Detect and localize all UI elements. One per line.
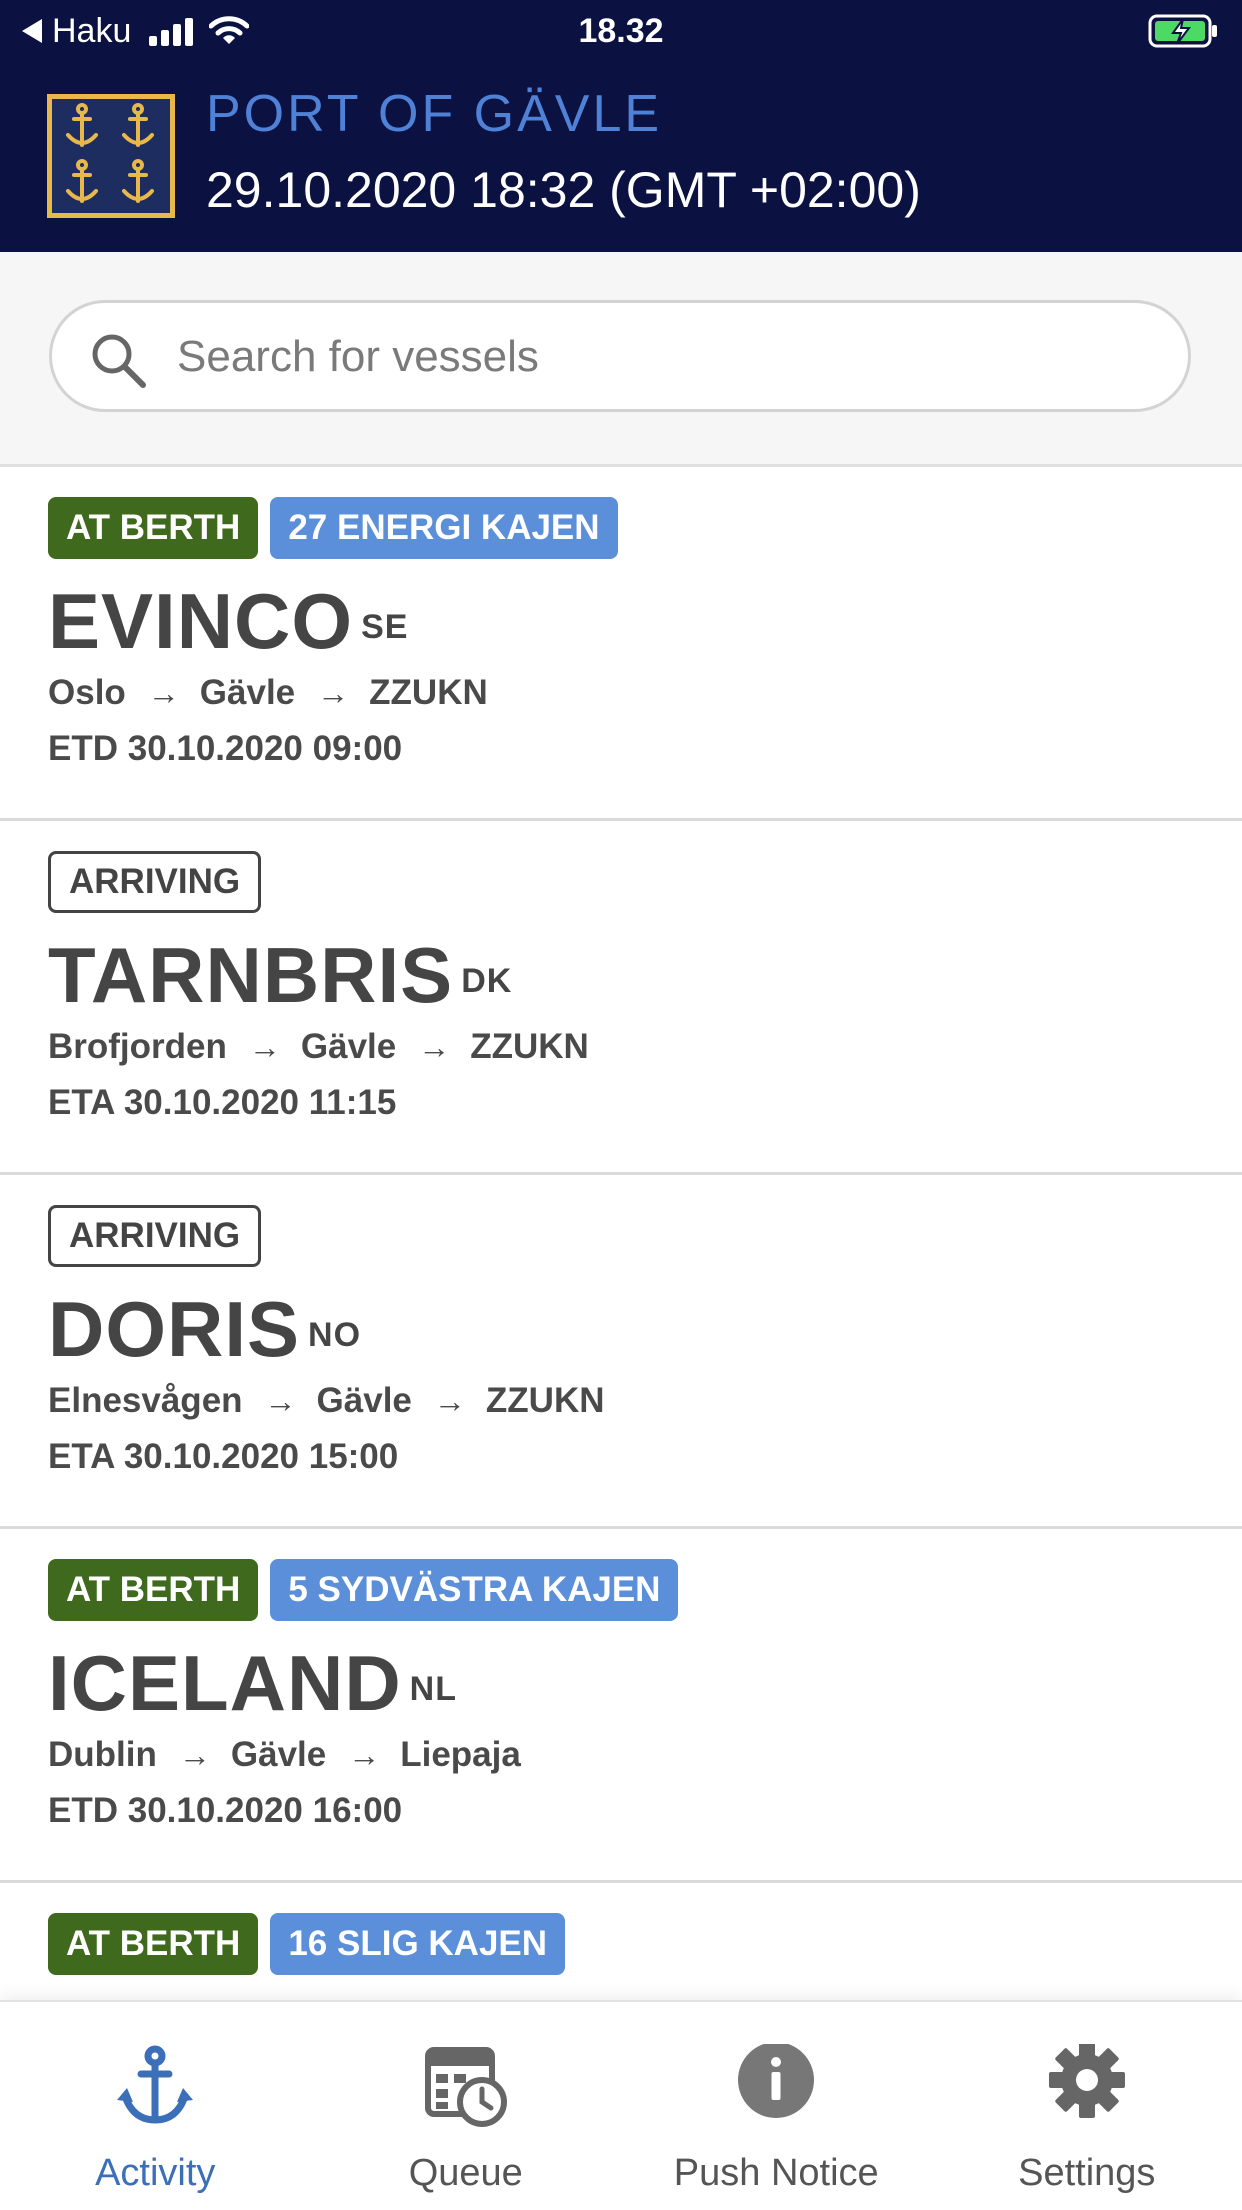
route-from: Brofjorden [48,1027,227,1067]
gear-icon [1045,2044,1129,2128]
berth-badge: 27 ENERGI KAJEN [270,497,617,559]
vessel-name: ICELAND [48,1639,402,1727]
vessel-tags: ARRIVING [48,1205,261,1267]
route-via: Gävle [200,673,295,713]
arrow-right-icon: → [348,1737,378,1774]
arrow-right-icon: → [249,1029,279,1066]
vessel-flag: NL [410,1670,457,1708]
vessel-time: ETA 30.10.2020 11:15 [48,1083,396,1123]
route-via: Gävle [301,1027,396,1067]
vessel-time: ETD 30.10.2020 16:00 [48,1791,402,1831]
status-badge: AT BERTH [48,1913,258,1975]
search-icon [88,330,150,392]
arrow-right-icon: → [148,675,178,712]
vessel-time: ETA 30.10.2020 15:00 [48,1437,398,1477]
calendar-clock-icon [424,2044,508,2128]
berth-badge: 5 SYDVÄSTRA KAJEN [270,1559,678,1621]
route-via: Gävle [231,1735,326,1775]
vessel-route: Oslo → Gävle → ZZUKN [48,673,488,713]
berth-badge: 16 SLIG KAJEN [270,1913,565,1975]
vessel-name: EVINCO [48,577,353,665]
vessel-tags: AT BERTH 27 ENERGI KAJEN [48,497,618,559]
route-to: ZZUKN [486,1381,605,1421]
vessel-tags: AT BERTH 5 SYDVÄSTRA KAJEN [48,1559,678,1621]
port-title: PORT OF GÄVLE [206,84,662,144]
route-to: Liepaja [400,1735,521,1775]
battery-charging-icon [1148,14,1220,48]
anchor-icon [113,2044,197,2128]
nav-activity[interactable]: Activity [0,2002,311,2210]
status-badge: AT BERTH [48,497,258,559]
nav-queue-label: Queue [311,2152,622,2195]
arrow-right-icon: → [265,1383,295,1420]
vessel-card[interactable]: ARRIVING DORISNO Elnesvågen → Gävle → ZZ… [0,1175,1242,1529]
vessel-card[interactable]: AT BERTH 16 SLIG KAJEN [0,1883,1242,2000]
vessel-flag: NO [308,1316,361,1354]
nav-settings[interactable]: Settings [932,2002,1242,2210]
vessel-tags: AT BERTH 16 SLIG KAJEN [48,1913,565,1975]
status-bar: Haku 18.32 [0,0,1242,62]
vessel-tags: ARRIVING [48,851,261,913]
vessel-name-row: ICELANDNL [48,1635,457,1731]
vessel-flag: DK [461,962,512,1000]
vessel-name-row: EVINCOSE [48,573,408,669]
vessel-card[interactable]: AT BERTH 27 ENERGI KAJEN EVINCOSE Oslo →… [0,467,1242,821]
arrow-right-icon: → [317,675,347,712]
route-from: Elnesvågen [48,1381,243,1421]
route-from: Dublin [48,1735,157,1775]
nav-push-notice[interactable]: Push Notice [621,2002,932,2210]
port-datetime: 29.10.2020 18:32 (GMT +02:00) [206,160,921,220]
info-icon [734,2044,818,2128]
arrow-right-icon: → [179,1737,209,1774]
nav-push-notice-label: Push Notice [621,2152,932,2195]
vessel-flag: SE [361,608,408,646]
port-logo [47,94,175,218]
vessel-name-row: DORISNO [48,1281,361,1377]
vessel-card[interactable]: ARRIVING TARNBRISDK Brofjorden → Gävle →… [0,821,1242,1175]
status-badge: AT BERTH [48,1559,258,1621]
vessel-route: Elnesvågen → Gävle → ZZUKN [48,1381,605,1421]
route-from: Oslo [48,673,126,713]
route-to: ZZUKN [470,1027,589,1067]
vessel-name: TARNBRIS [48,931,453,1019]
arrow-right-icon: → [418,1029,448,1066]
vessel-list[interactable]: AT BERTH 27 ENERGI KAJEN EVINCOSE Oslo →… [0,467,1242,2000]
bottom-nav: Activity Queue Push Notice [0,2000,1242,2210]
nav-activity-label: Activity [0,2152,311,2195]
vessel-route: Dublin → Gävle → Liepaja [48,1735,521,1775]
status-time: 18.32 [0,10,1242,52]
anchors-logo-icon [52,99,170,213]
status-badge: ARRIVING [48,1205,261,1267]
search-input[interactable] [175,321,1139,393]
vessel-time: ETD 30.10.2020 09:00 [48,729,402,769]
search-area [0,252,1242,467]
route-via: Gävle [317,1381,412,1421]
vessel-route: Brofjorden → Gävle → ZZUKN [48,1027,589,1067]
app-header: Haku 18.32 [0,0,1242,252]
search-box[interactable] [49,300,1191,412]
status-badge: ARRIVING [48,851,261,913]
vessel-name-row: TARNBRISDK [48,927,512,1023]
vessel-card[interactable]: AT BERTH 5 SYDVÄSTRA KAJEN ICELANDNL Dub… [0,1529,1242,1883]
vessel-name: DORIS [48,1285,300,1373]
route-to: ZZUKN [369,673,488,713]
nav-queue[interactable]: Queue [311,2002,622,2210]
nav-settings-label: Settings [932,2152,1242,2195]
arrow-right-icon: → [434,1383,464,1420]
